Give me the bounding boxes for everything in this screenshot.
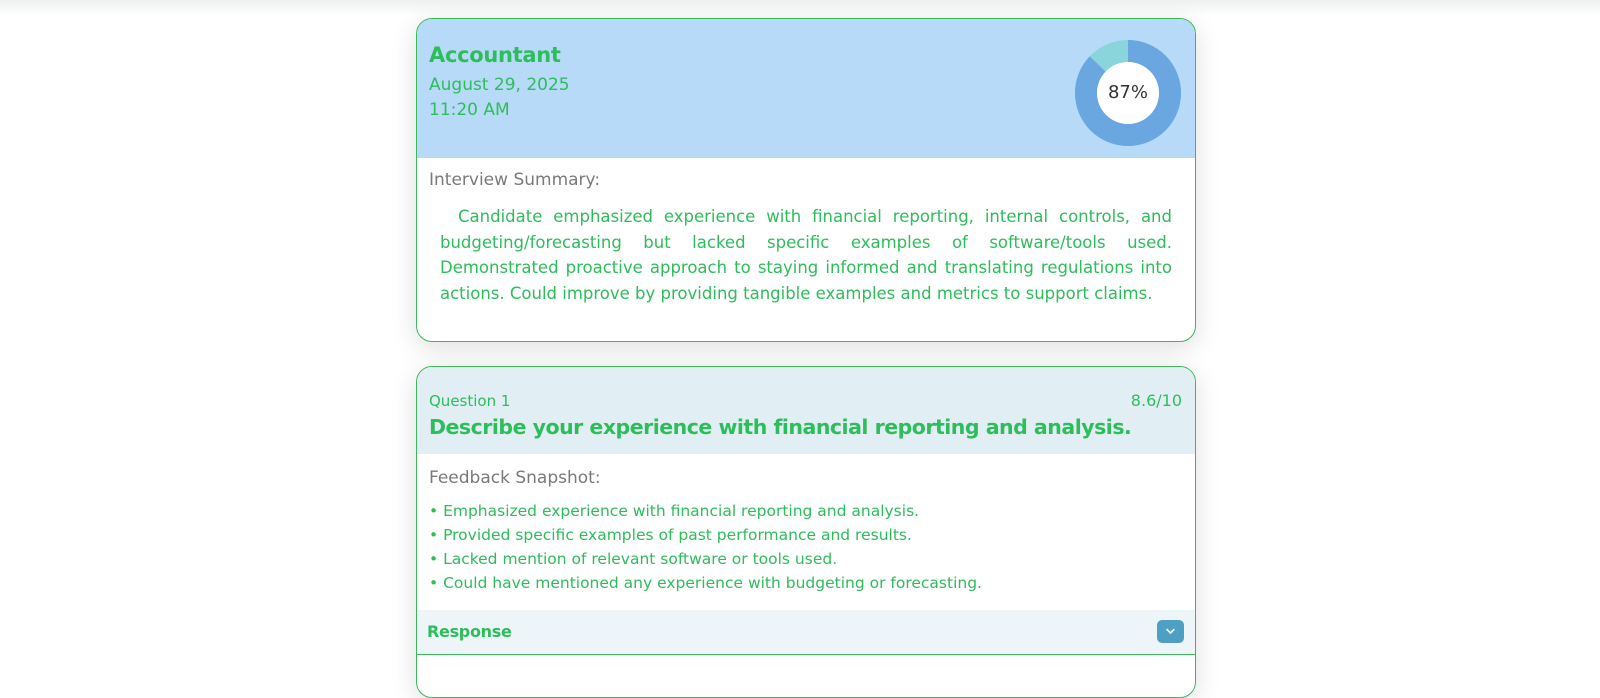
feedback-list: • Emphasized experience with financial r… — [429, 499, 982, 595]
feedback-item: • Could have mentioned any experience wi… — [429, 574, 982, 592]
feedback-item: • Lacked mention of relevant software or… — [429, 550, 838, 568]
response-accordion-header[interactable]: Response — [417, 610, 1195, 655]
response-label: Response — [427, 622, 512, 641]
response-toggle-button[interactable] — [1157, 620, 1184, 643]
question-number: Question 1 — [429, 392, 511, 410]
interview-date: August 29, 2025 — [429, 75, 570, 95]
interview-summary-card: Accountant August 29, 2025 11:20 AM 87% … — [416, 18, 1196, 342]
summary-text: Candidate emphasized experience with fin… — [440, 207, 1172, 303]
feedback-label: Feedback Snapshot: — [429, 468, 601, 488]
feedback-item: • Emphasized experience with financial r… — [429, 502, 920, 520]
interview-time: 11:20 AM — [429, 100, 510, 120]
question-card: Question 1 8.6/10 Describe your experien… — [416, 366, 1196, 698]
question-score: 8.6/10 — [1130, 391, 1182, 410]
chevron-down-icon — [1166, 628, 1175, 634]
feedback-item: • Provided specific examples of past per… — [429, 526, 912, 544]
job-title: Accountant — [429, 43, 561, 67]
summary-label: Interview Summary: — [429, 170, 601, 190]
score-percent-label: 87% — [1107, 82, 1148, 103]
question-title: Describe your experience with financial … — [429, 415, 1132, 439]
question-header: Question 1 8.6/10 Describe your experien… — [417, 367, 1195, 454]
top-shadow — [0, 0, 1600, 16]
summary-header: Accountant August 29, 2025 11:20 AM 87% — [417, 19, 1195, 158]
